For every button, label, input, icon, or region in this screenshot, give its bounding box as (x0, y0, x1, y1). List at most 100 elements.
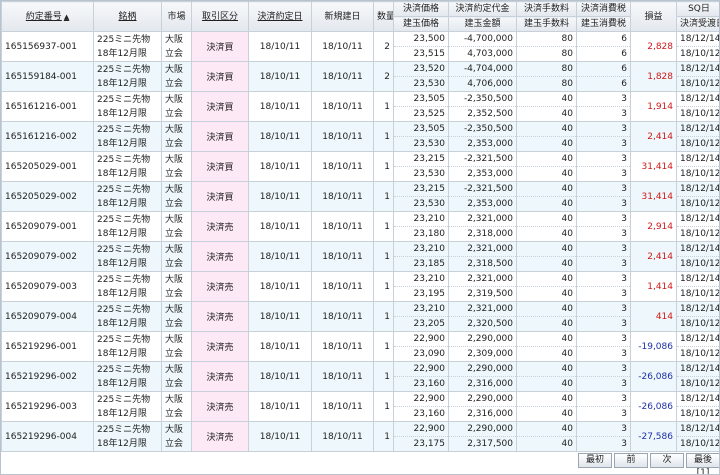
pl-cell: -26,086 (630, 361, 677, 392)
header-kubun[interactable]: 取引区分 (191, 1, 249, 32)
market-name: 大阪 (165, 424, 184, 435)
table-row[interactable]: 165205029-001 225ミニ先物 18年12月限 大阪 立会 決済買 18/10/… (1, 151, 719, 182)
market-cell: 大阪 立会 (161, 271, 192, 302)
fee-cell: 40 40 (516, 151, 577, 182)
header-new-date: 新規建日 (311, 1, 374, 32)
open-price: 23,530 (413, 139, 446, 149)
last-page-button[interactable]: 最後[1] (686, 453, 719, 474)
settle-fee: 40 (517, 363, 576, 377)
price-cell: 23,500 23,515 (393, 31, 449, 62)
header-market: 市場 (161, 1, 192, 32)
market-name: 大阪 (165, 364, 184, 375)
kubun-cell: 決済売 (191, 301, 249, 332)
amount-cell: -2,321,500 2,353,000 (448, 181, 517, 212)
amount-cell: 2,321,000 2,318,500 (448, 241, 517, 272)
delivery-date: 18/10/12 (680, 199, 720, 209)
settle-tax: 3 (577, 213, 630, 227)
tax-cell: 33 (576, 91, 631, 122)
open-price: 23,515 (413, 49, 446, 59)
table-row[interactable]: 165209079-003 225ミニ先物 18年12月限 大阪 立会 決済売 18/10/… (1, 271, 720, 302)
header-qty: 数量 (373, 1, 394, 32)
table-row[interactable]: 165219296-004 225ミニ先物 18年12月限 大阪 立会 決済売 18/10/… (1, 421, 719, 452)
sq-date: 18/12/14 (677, 243, 719, 257)
brand-name: 225ミニ先物 (97, 244, 151, 255)
settle-tax: 3 (577, 123, 630, 137)
brand-cell: 225ミニ先物 18年12月限 (93, 331, 162, 362)
tax-cell: 33 (576, 121, 631, 152)
table-header-row: 約定番号 ▲ 銘柄 市場 取引区分 決済約定日 新規建日 数量 決済価格 決済約定… (1, 1, 719, 32)
first-page-button[interactable]: 最初 (578, 453, 612, 468)
brand-month: 18年12月限 (97, 258, 147, 269)
settle-date-cell: 18/10/11 (248, 391, 312, 422)
sq-date: 18/12/14 (677, 213, 719, 227)
open-amount: 2,352,500 (467, 109, 513, 119)
pagination: 最初 前 次 最後[1] (578, 453, 719, 474)
brand-name: 225ミニ先物 (97, 274, 151, 285)
table-row[interactable]: 165205029-002 225ミニ先物 18年12月限 大阪 立会 決済買 18/10/… (1, 181, 720, 212)
tax-cell: 33 (576, 391, 631, 422)
open-price: 23,530 (413, 199, 446, 209)
kubun-cell: 決済売 (191, 361, 249, 392)
sq-date: 18/12/14 (677, 33, 719, 47)
header-order-no[interactable]: 約定番号 ▲ (1, 1, 94, 32)
settle-amount: -2,321,500 (449, 183, 516, 197)
open-fee: 40 (561, 139, 573, 149)
sq-cell: 18/12/14 18/10/12 (676, 151, 719, 182)
table-row[interactable]: 165219296-001 225ミニ先物 18年12月限 大阪 立会 決済売 18/10/… (1, 331, 719, 362)
settle-date-cell: 18/10/11 (248, 241, 312, 272)
table-row[interactable]: 165161216-001 225ミニ先物 18年12月限 大阪 立会 決済買 18/10/… (1, 91, 719, 122)
header-tax-bottom: 建玉消費税 (576, 16, 631, 32)
amount-cell: -2,350,500 2,353,000 (448, 121, 517, 152)
settle-tax: 3 (577, 393, 630, 407)
new-date-cell: 18/10/11 (311, 421, 374, 452)
table-row[interactable]: 165209079-004 225ミニ先物 18年12月限 大阪 立会 決済売 18/10/… (1, 301, 719, 332)
brand-month: 18年12月限 (97, 78, 147, 89)
open-fee: 80 (561, 49, 573, 59)
delivery-date: 18/10/12 (680, 79, 720, 89)
brand-month: 18年12月限 (97, 288, 147, 299)
open-fee: 40 (561, 259, 573, 269)
settle-amount: 2,290,000 (449, 423, 516, 437)
settle-price: 23,210 (394, 303, 448, 317)
open-amount: 2,316,000 (467, 379, 513, 389)
brand-month: 18年12月限 (97, 378, 147, 389)
price-cell: 23,520 23,530 (393, 61, 449, 92)
brand-cell: 225ミニ先物 18年12月限 (93, 421, 162, 452)
open-amount: 2,309,000 (467, 349, 513, 359)
brand-cell: 225ミニ先物 18年12月限 (93, 61, 162, 92)
header-brand[interactable]: 銘柄 (93, 1, 162, 32)
kubun-cell: 決済売 (191, 331, 249, 362)
table-row[interactable]: 165209079-001 225ミニ先物 18年12月限 大阪 立会 決済売 18/10/… (1, 211, 719, 242)
prev-page-button[interactable]: 前 (614, 453, 648, 468)
settle-fee: 40 (517, 183, 576, 197)
amount-cell: 2,290,000 2,317,500 (448, 421, 517, 452)
header-fee-bottom: 建玉手数料 (516, 16, 577, 32)
tax-cell: 33 (576, 241, 631, 272)
new-date-cell: 18/10/11 (311, 61, 374, 92)
table-row[interactable]: 165219296-003 225ミニ先物 18年12月限 大阪 立会 決済売 18/10/… (1, 391, 719, 422)
header-settle-date[interactable]: 決済約定日 (248, 1, 312, 32)
open-fee: 40 (561, 199, 573, 209)
next-page-button[interactable]: 次 (650, 453, 684, 468)
table-row[interactable]: 165209079-002 225ミニ先物 18年12月限 大阪 立会 決済売 18/10/… (1, 241, 720, 272)
table-row[interactable]: 165156937-001 225ミニ先物 18年12月限 大阪 立会 決済買 18/10/… (1, 31, 719, 62)
brand-month: 18年12月限 (97, 168, 147, 179)
table-row[interactable]: 165159184-001 225ミニ先物 18年12月限 大阪 立会 決済買 18/10/… (1, 61, 720, 92)
delivery-date: 18/10/12 (680, 259, 720, 269)
settle-tax: 6 (577, 33, 630, 47)
table-row[interactable]: 165161216-002 225ミニ先物 18年12月限 大阪 立会 決済買 18/10/… (1, 121, 719, 152)
brand-name: 225ミニ先物 (97, 124, 151, 135)
settle-price: 23,210 (394, 213, 448, 227)
delivery-date: 18/10/12 (680, 289, 720, 299)
pl-cell: -26,086 (630, 391, 677, 422)
brand-name: 225ミニ先物 (97, 334, 151, 345)
price-cell: 23,505 23,530 (393, 121, 449, 152)
settle-tax: 6 (577, 63, 630, 77)
table-row[interactable]: 165219296-002 225ミニ先物 18年12月限 大阪 立会 決済売 18/10/… (1, 361, 719, 392)
open-amount: 2,318,000 (467, 229, 513, 239)
header-price-top: 決済価格 (393, 1, 449, 17)
open-fee: 40 (561, 169, 573, 179)
open-tax: 3 (621, 139, 627, 149)
market-name: 大阪 (165, 274, 184, 285)
order-no-cell: 165156937-001 (1, 31, 94, 62)
